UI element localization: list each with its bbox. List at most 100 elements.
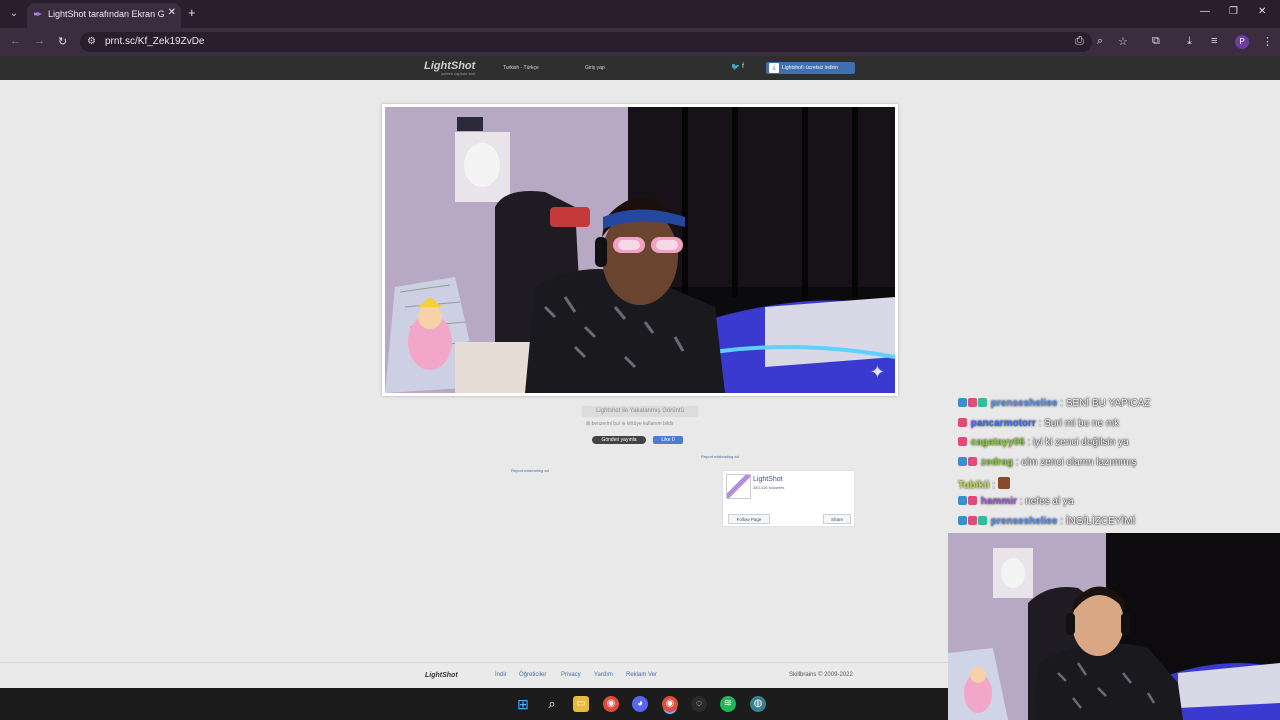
chat-message: Tubikii : xyxy=(958,477,1011,491)
new-tab-button[interactable]: + xyxy=(188,5,196,20)
download-icon: ⤓ xyxy=(769,63,779,73)
image-caption-links[interactable]: ⊠ benzerini bul ⊚ kötüye kullanım bildir xyxy=(586,421,674,427)
chat-text: : iyi ki zenci değilsin ya xyxy=(1027,437,1129,448)
facebook-icon[interactable]: f xyxy=(742,63,744,70)
image-caption-title: Lightshot ile Yakalanmış Görüntü xyxy=(582,406,698,417)
chat-username: zedrag xyxy=(980,457,1014,468)
footer-link-download[interactable]: İndir xyxy=(495,672,507,678)
facebook-page-widget: LightShot 383,416 followers Follow Page … xyxy=(722,470,855,527)
spotify-icon[interactable]: ≋ xyxy=(720,696,736,712)
sub-badge-icon xyxy=(958,516,967,525)
tab-title: LightShot tarafından Ekran Görüntüsü xyxy=(48,9,164,19)
chat-text: : SENİ BU YAPICAZ xyxy=(1060,398,1151,409)
download-label: Lightshot'ı ücretsiz indirin xyxy=(782,65,838,71)
badge-icon xyxy=(958,418,967,427)
restore-button[interactable]: ❐ xyxy=(1229,6,1238,17)
active-tab[interactable]: ✒ LightShot tarafından Ekran Görüntüsü ✕ xyxy=(27,3,181,28)
login-link[interactable]: Giriş yap xyxy=(585,65,605,71)
lightshot-feather-icon: ✒ xyxy=(33,9,43,21)
install-app-icon[interactable]: ⎙ xyxy=(1075,35,1084,48)
chat-message: prensesheliee : İNGİLİZCEYİMİ xyxy=(958,516,1135,530)
file-explorer-icon[interactable]: ▭ xyxy=(573,696,589,712)
fb-page-name[interactable]: LightShot xyxy=(753,476,783,483)
browser-toolbar: ← → ↻ ⚙ prnt.sc/Kf_Zek19ZvDe ⎙ ⌕ ☆ ⧉ ⤓ ≡… xyxy=(0,28,1280,56)
language-selector[interactable]: Turkish - Türkçe xyxy=(503,65,539,71)
badge-icon xyxy=(978,516,987,525)
sub-badge-icon xyxy=(958,398,967,407)
footer-copyright: Skillbrains © 2009-2022 xyxy=(789,672,853,678)
webcam-scene-illustration xyxy=(948,533,1280,720)
chat-message: cagatayy06 : iyi ki zenci değilsin ya xyxy=(958,437,1129,451)
chrome-icon[interactable]: ◉ xyxy=(603,696,619,712)
footer-logo[interactable]: LightShot xyxy=(425,672,458,679)
browser-tab-bar: ⌄ ✒ LightShot tarafından Ekran Görüntüsü… xyxy=(0,0,1280,28)
chrome-active-icon[interactable]: ◉ xyxy=(662,696,678,712)
badge-icon xyxy=(958,437,967,446)
badge-icon xyxy=(968,496,977,505)
forward-button[interactable]: → xyxy=(34,35,45,47)
footer-link-advertise[interactable]: Reklam Ver xyxy=(626,672,657,678)
zoom-icon[interactable]: ⌕ xyxy=(1097,35,1103,48)
discord-icon[interactable]: ◕ xyxy=(632,696,648,712)
screenshot-frame: ✦ xyxy=(382,104,898,396)
badge-icon xyxy=(968,516,977,525)
badge-icon xyxy=(978,398,987,407)
downloads-icon[interactable]: ⤓ xyxy=(1187,35,1192,48)
profile-avatar[interactable]: P xyxy=(1235,35,1249,49)
reading-list-icon[interactable]: ≡ xyxy=(1211,35,1217,47)
extensions-icon[interactable]: ⧉ xyxy=(1152,35,1160,48)
sub-badge-icon xyxy=(958,457,967,466)
badge-icon xyxy=(968,457,977,466)
footer-link-privacy[interactable]: Privacy xyxy=(561,672,581,678)
close-window-button[interactable]: ✕ xyxy=(1258,6,1266,17)
chat-username: Tubikii xyxy=(958,480,990,491)
report-ad-link-right[interactable]: Report misleading ad xyxy=(701,454,739,459)
sub-badge-icon xyxy=(958,496,967,505)
fb-follow-button[interactable]: Follow Page xyxy=(728,514,770,524)
tweet-button[interactable]: Gönderi yayınla xyxy=(592,436,646,444)
tab-search-button[interactable]: ⌄ xyxy=(6,6,22,22)
facebook-like-button[interactable]: Like 0 xyxy=(653,436,683,444)
back-button[interactable]: ← xyxy=(10,35,21,47)
fb-follow-label: Follow Page xyxy=(736,517,762,522)
chat-text: : olm zenci olamn lazımmış xyxy=(1015,457,1137,468)
close-tab-icon[interactable]: ✕ xyxy=(168,7,176,18)
reload-button[interactable]: ↻ xyxy=(58,35,67,48)
webcam-overlay xyxy=(948,533,1280,720)
fb-page-avatar[interactable] xyxy=(726,474,751,499)
bookmark-star-icon[interactable]: ☆ xyxy=(1118,35,1128,48)
app-globe-icon[interactable]: ◍ xyxy=(750,696,766,712)
menu-icon[interactable]: ⋮ xyxy=(1262,35,1273,48)
search-icon[interactable]: ⌕ xyxy=(544,696,560,712)
url-text[interactable]: prnt.sc/Kf_Zek19ZvDe xyxy=(105,36,204,47)
chat-username: prensesheliee xyxy=(990,398,1058,409)
windows-start-icon[interactable]: ⊞ xyxy=(515,696,531,712)
download-lightshot-button[interactable]: ⤓ Lightshot'ı ücretsiz indirin xyxy=(766,62,855,74)
stream-scene-illustration xyxy=(385,107,895,393)
fb-share-label: Share xyxy=(830,517,843,522)
fb-share-button[interactable]: Share xyxy=(823,514,851,524)
chat-message: pancarmotorr : Suri mi bu ne mk xyxy=(958,418,1119,432)
footer-link-tutorials[interactable]: Öğreticiler xyxy=(519,672,546,678)
chat-text: : Suri mi bu ne mk xyxy=(1038,418,1120,429)
chat-username: pancarmotorr xyxy=(970,418,1036,429)
sparkle-icon: ✦ xyxy=(869,362,885,382)
chat-message: zedrag : olm zenci olamn lazımmış xyxy=(958,457,1136,471)
minimize-button[interactable]: — xyxy=(1200,6,1210,17)
chat-text: : İNGİLİZCEYİMİ xyxy=(1060,516,1136,527)
screenshot-image[interactable]: ✦ xyxy=(385,107,895,393)
obs-icon[interactable]: ◌ xyxy=(691,696,707,712)
chat-text: : nefes al ya xyxy=(1019,496,1074,507)
chat-username: prensesheliee xyxy=(990,516,1058,527)
site-info-icon[interactable]: ⚙ xyxy=(87,36,96,47)
chat-username: hammir xyxy=(980,496,1017,507)
chat-text: : xyxy=(992,480,996,491)
address-bar[interactable]: ⚙ prnt.sc/Kf_Zek19ZvDe xyxy=(80,32,1092,52)
chat-username: cagatayy06 xyxy=(970,437,1025,448)
lightshot-header: LightShot screen capture tool Turkish - … xyxy=(0,56,1280,80)
footer-link-help[interactable]: Yardım xyxy=(594,672,613,678)
twitter-icon[interactable]: 🐦 xyxy=(731,63,740,71)
emote-icon xyxy=(997,477,1010,489)
report-ad-link-left[interactable]: Report misleading ad xyxy=(511,468,549,473)
chat-message: hammir : nefes al ya xyxy=(958,496,1074,510)
